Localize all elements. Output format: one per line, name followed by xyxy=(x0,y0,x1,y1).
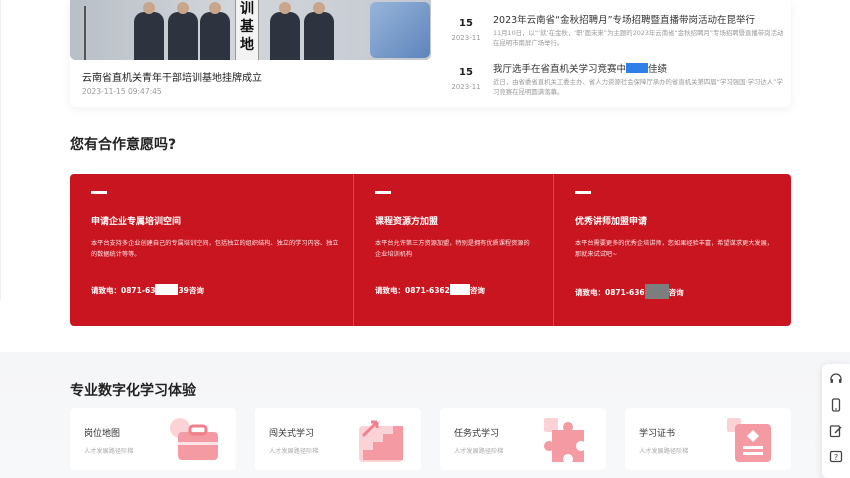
learning-heading: 专业数字化学习体验 xyxy=(70,383,196,399)
news-year-month: 2023-11 xyxy=(451,83,481,91)
cooperation-option-enterprise-space[interactable]: 申请企业专属培训空间 本平台支持多企业创建自己的专属培训空间，包括独立的组织结构… xyxy=(70,174,353,326)
learning-card-subtitle: 人才发展路径阶梯 xyxy=(84,448,134,455)
learning-card-task-learning[interactable]: 任务式学习 人才发展路径阶梯 xyxy=(440,408,606,470)
photo-person xyxy=(200,2,230,60)
news-summary: 11月10日，以“‘就’在金秋，‘职’面未来”为主题的2023年云南省“金秋招聘… xyxy=(493,29,784,47)
learning-card-title: 任务式学习 xyxy=(454,429,500,439)
cooperation-option-course-provider[interactable]: 课程资源方加盟 本平台允许第三方资源加盟，特别是拥有优质课程资源的企业培训机构 … xyxy=(353,174,553,326)
news-day: 15 xyxy=(459,18,473,29)
learning-card-position-map[interactable]: 岗位地图 人才发展路径阶梯 xyxy=(70,408,236,470)
emblem-art xyxy=(370,2,430,58)
phone-prefix: 请致电：0871-636 xyxy=(575,288,645,297)
redaction-mask xyxy=(449,284,470,295)
redaction-mask xyxy=(155,284,179,295)
cooperation-phone: 请致电：0871-6362 咨询 xyxy=(375,284,485,296)
photo-person xyxy=(168,2,198,60)
title-dash xyxy=(91,191,107,194)
news-day: 15 xyxy=(459,67,473,78)
learning-card-title: 岗位地图 xyxy=(84,429,121,439)
mobile-icon[interactable] xyxy=(829,398,843,412)
learning-card-certificate[interactable]: 学习证书 人才发展路径阶梯 xyxy=(625,408,791,470)
learning-card-subtitle: 人才发展路径阶梯 xyxy=(454,448,504,455)
learning-card-level-learning[interactable]: 闯关式学习 人才发展路径阶梯 xyxy=(255,408,421,470)
stairs-icon xyxy=(359,420,403,462)
news-title-part: 我厅选手在省直机关学习竞赛中 xyxy=(493,64,627,75)
toolbox-icon xyxy=(170,418,218,460)
featured-news-photo[interactable]: 训 基 地 xyxy=(70,0,431,60)
news-title[interactable]: 我厅选手在省直机关学习竞赛中 佳绩 xyxy=(493,61,667,75)
plaque-board: 训 基 地 xyxy=(235,0,259,60)
cooperation-title: 课程资源方加盟 xyxy=(375,217,439,227)
phone-prefix: 请致电：0871-6362 xyxy=(375,286,450,295)
learning-card-title: 闯关式学习 xyxy=(269,429,315,439)
title-dash xyxy=(575,191,591,194)
photo-person xyxy=(270,2,300,60)
puzzle-icon xyxy=(544,418,584,462)
plaque-char: 基 xyxy=(240,19,254,35)
headset-icon[interactable] xyxy=(829,372,843,386)
cooperation-title: 申请企业专属培训空间 xyxy=(91,217,182,227)
cooperation-phone: 请致电：0871-636 咨询 xyxy=(575,284,684,299)
photo-stand xyxy=(84,6,86,60)
news-year-month: 2023-11 xyxy=(451,34,481,42)
help-icon[interactable]: ? xyxy=(829,450,843,464)
cooperation-panel: 申请企业专属培训空间 本平台支持多企业创建自己的专属培训空间，包括独立的组织结构… xyxy=(70,174,791,326)
cooperation-title: 优秀讲师加盟申请 xyxy=(575,217,648,227)
cooperation-desc: 本平台需要更多的优秀企培讲师，您如果经验丰富，希望谋求更大发展，那就来试试吧~ xyxy=(575,240,773,258)
page-edge-divider xyxy=(0,0,1,300)
learning-card-subtitle: 人才发展路径阶梯 xyxy=(639,448,689,455)
plaque-char: 地 xyxy=(240,37,254,53)
phone-suffix: 39咨询 xyxy=(178,286,204,295)
photo-person xyxy=(304,2,334,60)
redaction-mask xyxy=(626,63,649,73)
phone-prefix: 请致电：0871-63 xyxy=(91,286,156,295)
learning-card-title: 学习证书 xyxy=(639,429,676,439)
photo-person xyxy=(134,2,164,60)
certificate-icon xyxy=(727,418,771,462)
edit-icon[interactable] xyxy=(829,424,843,438)
news-title-part: 佳绩 xyxy=(648,64,668,75)
featured-news-time: 2023-11-15 09:47:45 xyxy=(82,87,162,96)
title-dash xyxy=(375,191,391,194)
news-summary: 近日，由省委省直机关工委主办、省人力资源社会保障厅承办的省直机关第四届“学习强国… xyxy=(493,78,783,96)
svg-text:?: ? xyxy=(834,453,838,462)
featured-news-title[interactable]: 云南省直机关青年干部培训基地挂牌成立 xyxy=(82,69,262,84)
phone-suffix: 咨询 xyxy=(668,288,684,297)
cooperation-desc: 本平台允许第三方资源加盟，特别是拥有优质课程资源的企业培训机构 xyxy=(375,240,530,258)
floating-toolbar: ? xyxy=(822,364,850,478)
cooperation-desc: 本平台支持多企业创建自己的专属培训空间，包括独立的组织结构、独立的学习内容、独立… xyxy=(91,240,339,258)
cooperation-phone: 请致电：0871-63 39咨询 xyxy=(91,284,204,296)
news-title[interactable]: 2023年云南省“金秋招聘月”专场招聘暨直播带岗活动在昆举行 xyxy=(493,12,755,26)
phone-suffix: 咨询 xyxy=(469,286,485,295)
cooperation-heading: 您有合作意愿吗? xyxy=(70,137,177,153)
cooperation-option-lecturer[interactable]: 优秀讲师加盟申请 本平台需要更多的优秀企培讲师，您如果经验丰富，希望谋求更大发展… xyxy=(553,174,791,326)
learning-card-subtitle: 人才发展路径阶梯 xyxy=(269,448,319,455)
redaction-mask xyxy=(644,284,669,299)
plaque-char: 训 xyxy=(240,1,254,17)
